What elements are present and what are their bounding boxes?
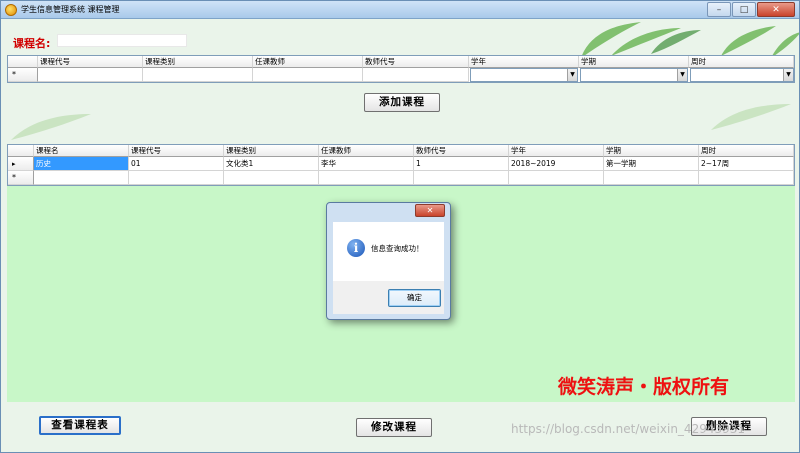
school-year-combobox[interactable]: ▼ (470, 68, 578, 82)
column-header-course-code[interactable]: 课程代号 (129, 145, 224, 157)
grid-corner (8, 145, 34, 157)
course-name-label: 课程名: (13, 37, 51, 50)
table-cell-course-code[interactable]: 01 (129, 157, 224, 171)
course-name-input[interactable] (57, 34, 187, 47)
minimize-button[interactable]: – (707, 2, 731, 17)
new-row-cell[interactable] (414, 171, 509, 185)
course-result-grid[interactable]: 课程名 课程代号 课程类别 任课教师 教师代号 学年 学期 周时 ▸ 历史 01… (7, 144, 795, 186)
column-header-course-category[interactable]: 课程类别 (224, 145, 319, 157)
new-row-cell[interactable] (224, 171, 319, 185)
new-row-cell[interactable] (509, 171, 604, 185)
new-row-cell[interactable] (129, 171, 224, 185)
table-cell-school-year[interactable]: 2018~2019 (509, 157, 604, 171)
column-header-semester[interactable]: 学期 (604, 145, 699, 157)
chevron-down-icon[interactable]: ▼ (677, 69, 687, 81)
leaf-decoration-top (581, 22, 799, 58)
input-teacher-code[interactable] (363, 68, 469, 82)
input-course-code[interactable] (38, 68, 143, 82)
grid-corner (8, 56, 38, 68)
dialog-body: i 信息查询成功！ (333, 222, 444, 281)
dialog-footer: 确定 (333, 281, 444, 314)
table-cell-teacher[interactable]: 李华 (319, 157, 414, 171)
new-row-marker: * (8, 68, 38, 82)
semester-combobox[interactable]: ▼ (580, 68, 688, 82)
main-window: 学生信息管理系统 课程管理 – □ ✕ 课程名: 课程代号 课程类别 任课教师 … (0, 0, 800, 453)
message-dialog[interactable]: ✕ i 信息查询成功！ 确定 (326, 202, 451, 320)
column-header-teacher[interactable]: 任课教师 (253, 56, 363, 68)
column-header-weekly-hours[interactable]: 周时 (689, 56, 794, 68)
input-teacher[interactable] (253, 68, 363, 82)
window-controls: – □ ✕ (706, 2, 795, 17)
chevron-down-icon[interactable]: ▼ (783, 69, 793, 81)
new-row-cell[interactable] (699, 171, 794, 185)
dialog-close-button[interactable]: ✕ (415, 204, 445, 217)
copyright-watermark: 微笑涛声・版权所有 (558, 376, 730, 398)
new-row-cell[interactable] (319, 171, 414, 185)
column-header-teacher-code[interactable]: 教师代号 (414, 145, 509, 157)
app-icon (5, 3, 17, 16)
new-row-cell[interactable] (604, 171, 699, 185)
new-row-cell[interactable] (34, 171, 129, 185)
column-header-course-name[interactable]: 课程名 (34, 145, 129, 157)
dialog-message: 信息查询成功！ (371, 244, 424, 253)
row-selector[interactable]: ▸ (8, 157, 34, 171)
close-button[interactable]: ✕ (757, 2, 795, 17)
view-schedule-button[interactable]: 查看课程表 (39, 416, 121, 435)
window-title: 学生信息管理系统 课程管理 (21, 5, 120, 14)
column-header-semester[interactable]: 学期 (579, 56, 689, 68)
column-header-weekly-hours[interactable]: 周时 (699, 145, 794, 157)
column-header-course-code[interactable]: 课程代号 (38, 56, 143, 68)
chevron-down-icon[interactable]: ▼ (567, 69, 577, 81)
maximize-button[interactable]: □ (732, 2, 756, 17)
new-row-marker: * (8, 171, 34, 185)
column-header-course-category[interactable]: 课程类别 (143, 56, 253, 68)
table-cell-course-category[interactable]: 文化类1 (224, 157, 319, 171)
column-header-teacher-code[interactable]: 教师代号 (363, 56, 469, 68)
column-header-teacher[interactable]: 任课教师 (319, 145, 414, 157)
column-header-school-year[interactable]: 学年 (469, 56, 579, 68)
table-cell-course-name[interactable]: 历史 (34, 157, 129, 171)
table-cell-teacher-code[interactable]: 1 (414, 157, 509, 171)
ok-button[interactable]: 确定 (388, 289, 441, 307)
input-course-category[interactable] (143, 68, 253, 82)
title-bar[interactable]: 学生信息管理系统 课程管理 – □ ✕ (1, 1, 799, 19)
course-input-grid[interactable]: 课程代号 课程类别 任课教师 教师代号 学年 学期 周时 * ▼ ▼ ▼ (7, 55, 795, 83)
table-cell-semester[interactable]: 第一学期 (604, 157, 699, 171)
column-header-school-year[interactable]: 学年 (509, 145, 604, 157)
add-course-button[interactable]: 添加课程 (364, 93, 440, 112)
table-cell-weekly-hours[interactable]: 2~17周 (699, 157, 794, 171)
weekly-hours-combobox[interactable]: ▼ (690, 68, 794, 82)
edit-course-button[interactable]: 修改课程 (356, 418, 432, 437)
info-icon: i (347, 239, 365, 257)
url-watermark: https://blog.csdn.net/weixin_42943931 (511, 422, 746, 436)
